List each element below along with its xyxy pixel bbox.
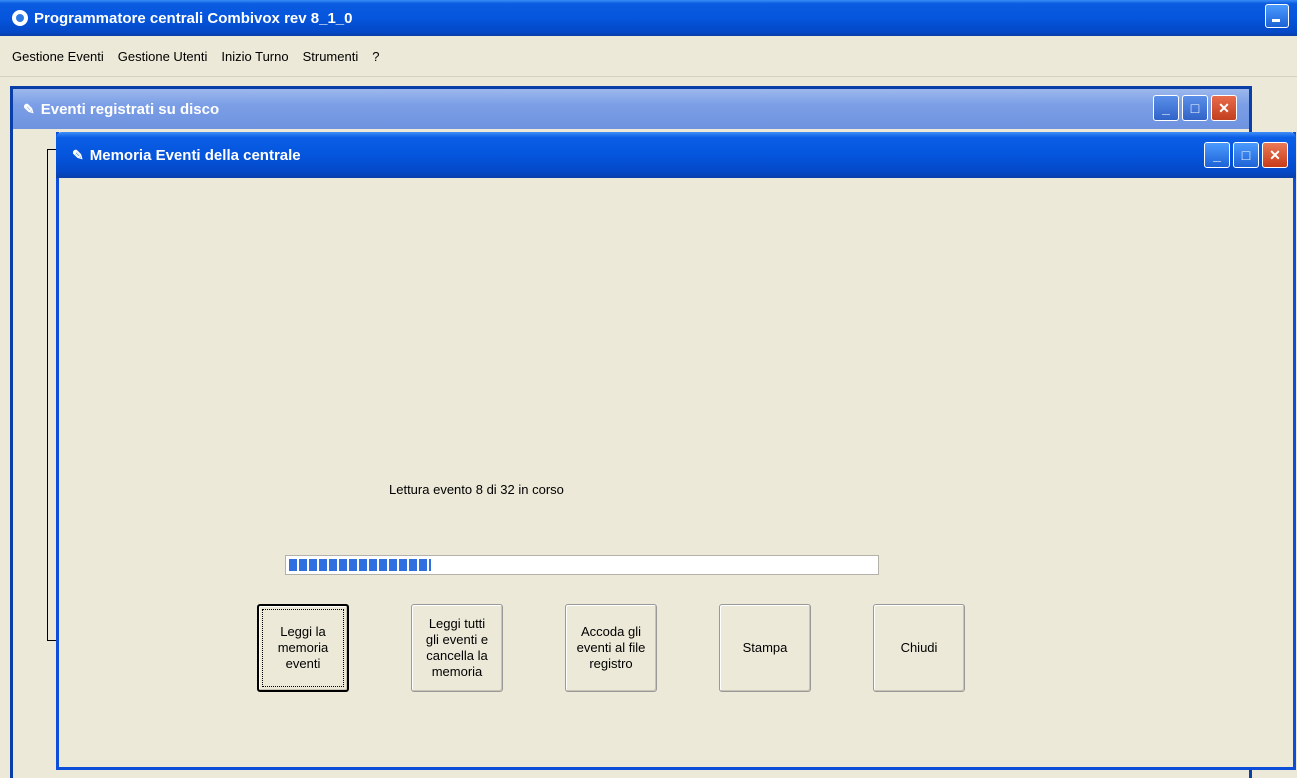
- status-text: Lettura evento 8 di 32 in corso: [389, 482, 564, 497]
- memory-events-dialog: ✎ Memoria Eventi della centrale _ □ ✕ Le…: [56, 132, 1296, 770]
- dialog-title-bar[interactable]: ✎ Memoria Eventi della centrale _ □ ✕: [56, 132, 1296, 178]
- app-icon: [12, 10, 28, 26]
- menu-gestione-eventi[interactable]: Gestione Eventi: [10, 49, 106, 64]
- print-button[interactable]: Stampa: [719, 604, 811, 692]
- append-to-log-button[interactable]: Accoda gli eventi al file registro: [565, 604, 657, 692]
- close-icon[interactable]: ✕: [1262, 142, 1288, 168]
- progress-fill: [289, 559, 431, 571]
- maximize-icon[interactable]: □: [1233, 142, 1259, 168]
- minimize-icon[interactable]: _: [1153, 95, 1179, 121]
- window-icon: ✎: [23, 100, 35, 117]
- app-title: Programmatore centrali Combivox rev 8_1_…: [34, 9, 353, 27]
- dialog-title: Memoria Eventi della centrale: [89, 146, 301, 164]
- menu-strumenti[interactable]: Strumenti: [301, 49, 361, 64]
- app-title-bar[interactable]: Programmatore centrali Combivox rev 8_1_…: [0, 0, 1297, 36]
- events-disk-title: Eventi registrati su disco: [40, 100, 220, 118]
- menu-gestione-utenti[interactable]: Gestione Utenti: [116, 49, 210, 64]
- menu-bar: Gestione Eventi Gestione Utenti Inizio T…: [0, 36, 1297, 77]
- read-all-clear-button[interactable]: Leggi tutti gli eventi e cancella la mem…: [411, 604, 503, 692]
- minimize-icon[interactable]: _: [1204, 142, 1230, 168]
- minimize-icon[interactable]: [1265, 4, 1289, 28]
- progress-bar: [285, 555, 879, 575]
- menu-inizio-turno[interactable]: Inizio Turno: [219, 49, 290, 64]
- events-disk-title-bar[interactable]: ✎ Eventi registrati su disco _ □ ✕: [13, 89, 1249, 129]
- menu-help[interactable]: ?: [370, 49, 381, 64]
- window-icon: ✎: [72, 146, 84, 163]
- close-button[interactable]: Chiudi: [873, 604, 965, 692]
- maximize-icon[interactable]: □: [1182, 95, 1208, 121]
- close-icon[interactable]: ✕: [1211, 95, 1237, 121]
- read-memory-button[interactable]: Leggi la memoria eventi: [257, 604, 349, 692]
